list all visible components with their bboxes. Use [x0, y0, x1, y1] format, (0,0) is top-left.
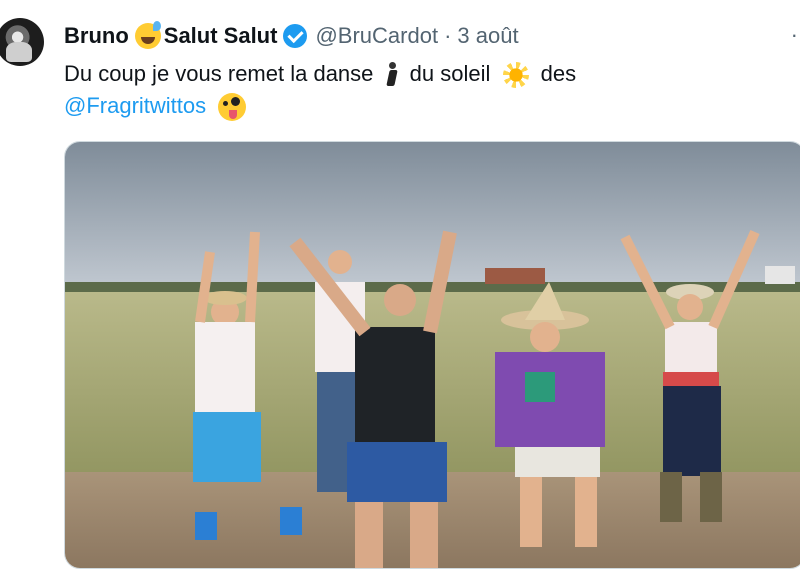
sky [65, 142, 800, 302]
more-options-icon[interactable]: · [791, 22, 798, 48]
verified-badge-icon[interactable] [283, 24, 308, 48]
mention-link[interactable]: @Fragritwittos [64, 93, 206, 118]
tweet-text-part1: Du coup je vous remet la danse [64, 61, 374, 86]
author-name-suffix[interactable]: Salut Salut [164, 23, 278, 49]
separator: · [444, 23, 452, 48]
tweet-header: Bruno Salut Salut @BruCardot · 3 août [64, 21, 519, 50]
tweet-date[interactable]: 3 août [457, 23, 518, 49]
man-dancing-emoji-icon [386, 62, 398, 88]
tweet-media-photo[interactable] [64, 141, 800, 569]
tweet-text-part2: du soleil [409, 61, 491, 86]
farmhouse [485, 268, 545, 284]
zany-face-emoji-icon [218, 93, 247, 122]
tweet-text: Du coup je vous remet la danse du soleil… [64, 58, 784, 122]
author-name[interactable]: Bruno [64, 23, 129, 49]
tweet-text-part3: des [540, 61, 577, 86]
farmhouse [765, 266, 795, 284]
author-handle[interactable]: @BruCardot [315, 23, 438, 49]
photo-illustration [65, 142, 800, 568]
sun-emoji-icon [502, 62, 529, 89]
sweat-smile-emoji-icon [134, 21, 161, 49]
avatar[interactable] [0, 18, 44, 66]
